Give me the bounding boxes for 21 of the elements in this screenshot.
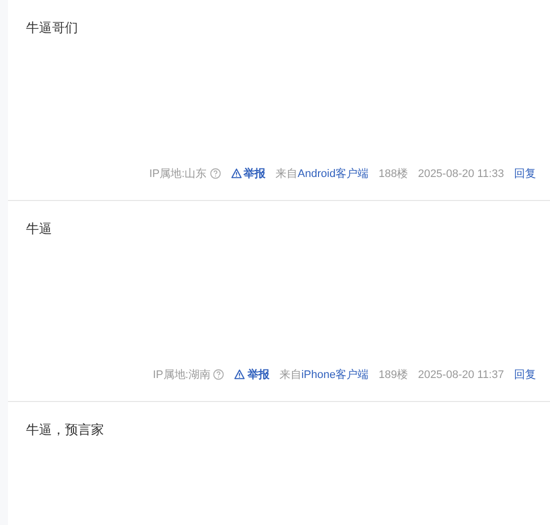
help-icon[interactable] [213, 369, 224, 380]
post-time: 2025-08-20 11:33 [418, 166, 504, 182]
ip-location: IP属地:湖南 [152, 368, 210, 382]
post-text: 牛逼 [25, 220, 52, 238]
reply-link[interactable]: 回复 [514, 366, 536, 383]
warning-icon [234, 369, 246, 380]
help-icon[interactable] [210, 168, 221, 180]
source-label: 来自 [276, 166, 298, 182]
report-link[interactable]: 举报 [234, 366, 270, 383]
reply-link[interactable]: 回复 [514, 166, 536, 182]
source-label: 来自 [279, 368, 302, 382]
ip-location: IP属地:山东 [149, 166, 207, 182]
post-text: 牛逼哥们 [25, 19, 78, 37]
client-link[interactable]: iPhone客户端 [301, 366, 369, 383]
warning-icon [230, 168, 242, 180]
client-link[interactable]: Android客户端 [298, 166, 369, 182]
floor-number: 189楼 [378, 368, 408, 382]
post-time: 2025-08-20 11:37 [418, 368, 504, 382]
post-text: 牛逼，预言家 [25, 421, 104, 439]
report-link[interactable]: 举报 [230, 166, 266, 182]
floor-number: 188楼 [378, 166, 408, 182]
